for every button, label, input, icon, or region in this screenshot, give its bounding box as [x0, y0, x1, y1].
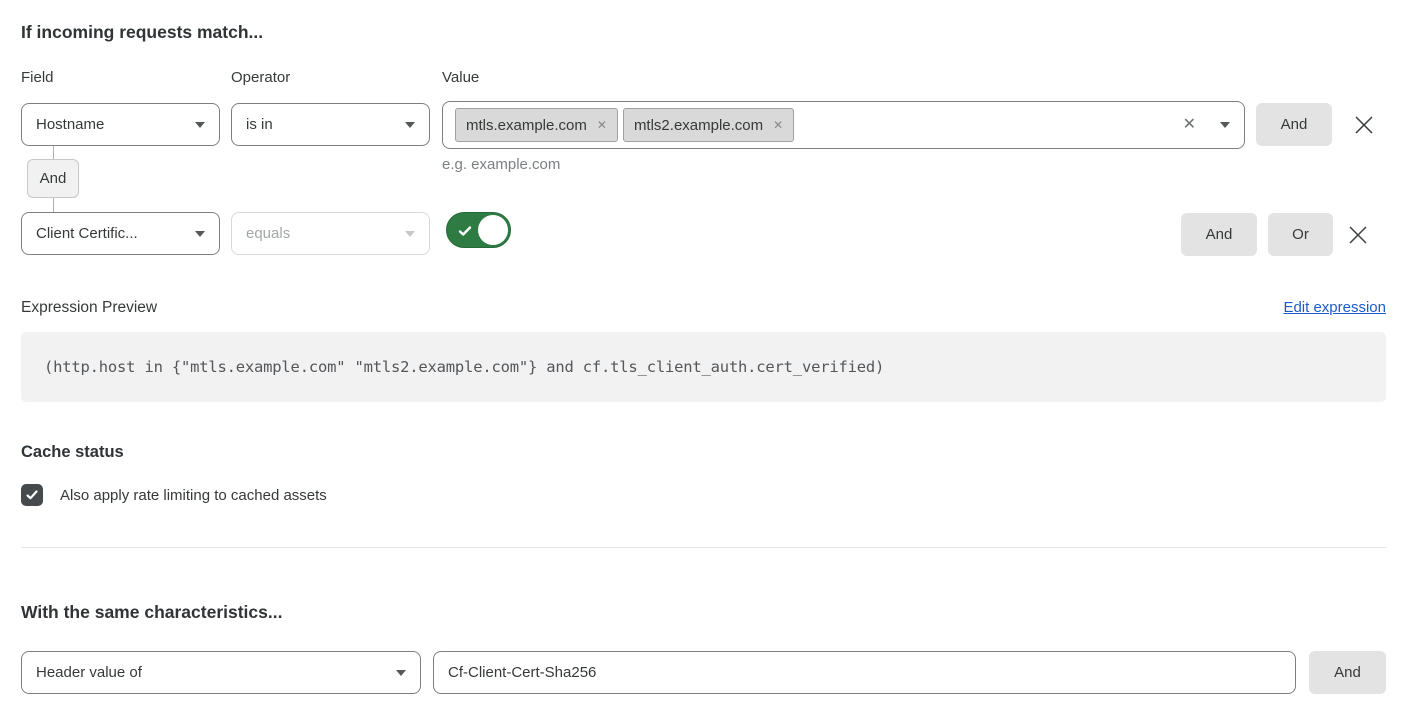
operator-select-row1[interactable]: is in [231, 103, 430, 146]
and-button-characteristics[interactable]: And [1309, 651, 1386, 694]
field-column-label: Field [21, 69, 54, 86]
tag-remove-icon[interactable]: ✕ [597, 119, 607, 131]
value-tag-label: mtls2.example.com [634, 117, 763, 134]
value-tag: mtls.example.com ✕ [455, 108, 618, 142]
field-select-row1[interactable]: Hostname [21, 103, 220, 146]
operator-select-row2-placeholder: equals [246, 225, 290, 242]
connector-and-button[interactable]: And [27, 159, 79, 198]
chevron-down-icon [405, 122, 415, 128]
cert-verified-toggle[interactable] [446, 212, 511, 248]
and-button-row1[interactable]: And [1256, 103, 1332, 146]
characteristics-title: With the same characteristics... [21, 602, 282, 623]
chevron-down-icon [396, 670, 406, 676]
cache-status-title: Cache status [21, 443, 124, 462]
tag-remove-icon[interactable]: ✕ [773, 119, 783, 131]
field-select-row1-value: Hostname [36, 116, 104, 133]
cached-assets-checkbox-label: Also apply rate limiting to cached asset… [60, 487, 327, 504]
value-helper-text: e.g. example.com [442, 156, 560, 173]
edit-expression-link[interactable]: Edit expression [1283, 299, 1386, 316]
check-icon [25, 488, 39, 502]
value-tag-label: mtls.example.com [466, 117, 587, 134]
header-name-input[interactable] [433, 651, 1296, 694]
chevron-down-icon [195, 231, 205, 237]
value-multiselect-row1[interactable]: mtls.example.com ✕ mtls2.example.com ✕ ✕ [442, 101, 1245, 149]
section-divider [21, 547, 1386, 548]
operator-select-row2-disabled: equals [231, 212, 430, 255]
or-button-row2[interactable]: Or [1268, 213, 1333, 256]
field-select-row2-value: Client Certific... [36, 225, 138, 242]
field-select-row2[interactable]: Client Certific... [21, 212, 220, 255]
operator-select-row1-value: is in [246, 116, 273, 133]
match-section-title: If incoming requests match... [21, 22, 263, 43]
value-tag: mtls2.example.com ✕ [623, 108, 794, 142]
delete-row1-icon[interactable] [1352, 113, 1376, 142]
expression-code: (http.host in {"mtls.example.com" "mtls2… [44, 358, 884, 376]
check-icon [457, 223, 473, 239]
cached-assets-checkbox[interactable] [21, 484, 43, 506]
header-name-field-wrap [433, 651, 1296, 694]
delete-row2-icon[interactable] [1346, 223, 1370, 252]
characteristic-select-value: Header value of [36, 664, 142, 681]
operator-column-label: Operator [231, 69, 290, 86]
chevron-down-icon[interactable] [1220, 122, 1230, 128]
and-button-row2[interactable]: And [1181, 213, 1257, 256]
expression-preview-label: Expression Preview [21, 299, 157, 317]
expression-preview-box: (http.host in {"mtls.example.com" "mtls2… [21, 332, 1386, 402]
chevron-down-icon [405, 231, 415, 237]
value-column-label: Value [442, 69, 479, 86]
characteristic-select[interactable]: Header value of [21, 651, 421, 694]
chevron-down-icon [195, 122, 205, 128]
clear-values-icon[interactable]: ✕ [1183, 117, 1196, 133]
toggle-knob [478, 215, 508, 245]
rule-builder-panel: If incoming requests match... Field Oper… [0, 0, 1420, 720]
